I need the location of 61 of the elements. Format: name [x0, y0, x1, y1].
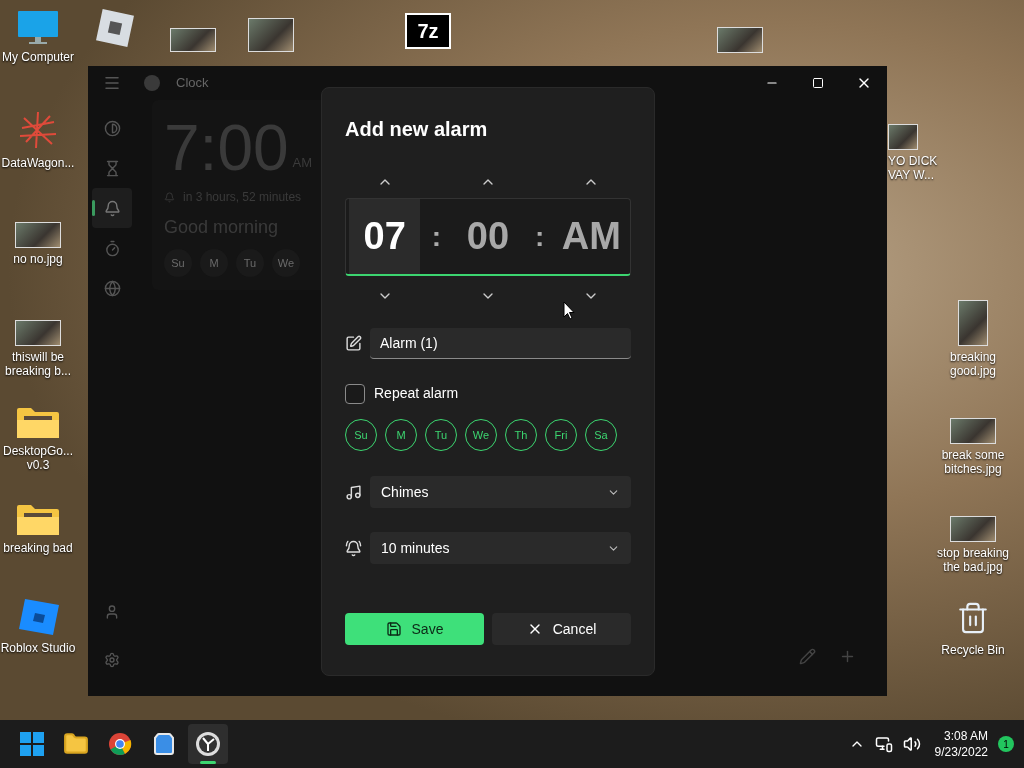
- folder-icon: [63, 731, 89, 757]
- window-title: Clock: [176, 74, 209, 93]
- photo-placeholder: [888, 124, 918, 150]
- time-segment[interactable]: 00: [452, 199, 524, 274]
- day-chip: Su: [164, 249, 192, 277]
- desktop-icon-label[interactable]: DataWagon...: [1, 156, 75, 170]
- sound-dropdown[interactable]: Chimes: [370, 476, 631, 508]
- maximize-icon: [812, 77, 824, 89]
- folder-icon: [16, 406, 60, 440]
- bell-icon: [164, 191, 175, 203]
- folder-icon: [16, 503, 60, 537]
- archive-logo: 7z: [405, 13, 451, 49]
- photo-placeholder: [717, 27, 763, 53]
- clock-app-icon: [195, 731, 221, 757]
- taskbar-app-button[interactable]: [188, 724, 228, 764]
- active-indicator: [200, 761, 216, 764]
- photo-placeholder: [15, 320, 61, 346]
- snooze-dropdown[interactable]: 10 minutes: [370, 532, 631, 564]
- notification-badge[interactable]: 1: [998, 736, 1014, 752]
- time-segment[interactable]: 07: [349, 199, 421, 274]
- day-chip: Tu: [236, 249, 264, 277]
- clock-readout[interactable]: 3:08 AM 9/23/2022: [934, 728, 988, 760]
- day-chip: M: [200, 249, 228, 277]
- edit-icon: [345, 335, 362, 352]
- desktop-icon-label[interactable]: Roblox Studio: [0, 641, 76, 655]
- shopping-bag-icon: [152, 732, 176, 756]
- desktop-icon-label[interactable]: Recycle Bin: [941, 643, 1005, 657]
- photo-placeholder: [170, 28, 216, 52]
- network-icon[interactable]: [874, 735, 893, 753]
- repeat-checkbox[interactable]: [345, 383, 365, 404]
- windows-logo-icon: [20, 732, 44, 756]
- photo-placeholder: [15, 222, 61, 248]
- monitor-icon: [16, 10, 60, 46]
- music-note-icon: [345, 483, 362, 501]
- menu-icon[interactable]: [103, 74, 121, 92]
- repeat-label: Repeat alarm: [374, 384, 459, 403]
- photo-placeholder: [958, 300, 988, 346]
- browser-logo-icon: [108, 732, 132, 756]
- alarm-name-field[interactable]: Alarm (1): [370, 328, 631, 359]
- bell-icon[interactable]: [92, 188, 132, 228]
- desktop-icon-label[interactable]: no no.jpg: [13, 252, 63, 266]
- desktop-icon-label[interactable]: break some bitches.jpg: [941, 448, 1005, 476]
- photo-placeholder: [950, 516, 996, 542]
- desktop-icon-label[interactable]: breaking bad: [3, 541, 73, 555]
- desktop-icon-label[interactable]: breaking good.jpg: [949, 350, 996, 378]
- photo-placeholder: [950, 418, 996, 444]
- save-button[interactable]: Save: [345, 613, 484, 645]
- dialog-title: Add new alarm: [345, 117, 489, 142]
- desktop-icon-label[interactable]: DesktopGo... v0.3: [3, 444, 73, 472]
- bell-icon: [345, 539, 362, 557]
- mouse-cursor-icon: [563, 301, 575, 320]
- cancel-button[interactable]: Cancel: [492, 613, 631, 645]
- photo-placeholder: [248, 18, 294, 52]
- desktop-icon-label[interactable]: My Computer: [2, 50, 74, 64]
- volume-icon[interactable]: [902, 735, 921, 753]
- desktop-icon-label[interactable]: thiswill be breaking b...: [4, 350, 71, 378]
- time-separator: :: [430, 219, 443, 254]
- day-chip: We: [272, 249, 300, 277]
- time-separator: :: [533, 219, 546, 254]
- time-segment[interactable]: AM: [555, 199, 627, 274]
- desktop-icon-label[interactable]: stop breaking the bad.jpg: [936, 546, 1009, 574]
